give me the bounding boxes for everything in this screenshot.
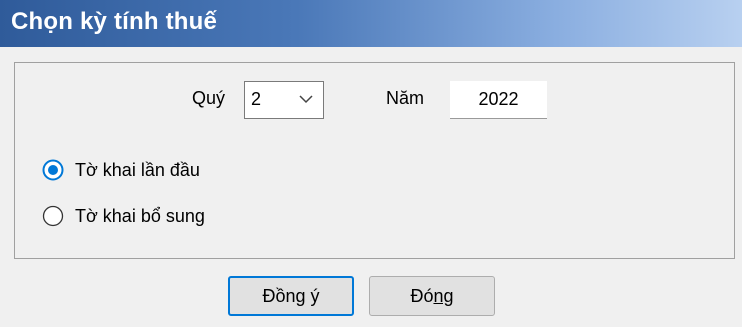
quarter-value: 2 <box>251 89 262 109</box>
chevron-down-icon <box>299 95 313 104</box>
close-mnemonic: ng <box>433 286 454 306</box>
ok-label-post: ý <box>305 286 320 306</box>
dialog-title: Chọn kỳ tính thuế <box>11 8 218 35</box>
radio-selected-icon <box>42 159 64 181</box>
ok-label-pre: Đồn <box>262 286 296 306</box>
close-button[interactable]: Đóng <box>369 276 495 316</box>
radio-label: Tờ khai lần đầu <box>75 160 200 180</box>
radio-unselected-icon <box>42 205 64 227</box>
quarter-select[interactable]: 2 <box>244 81 324 119</box>
year-label: Năm <box>386 88 425 108</box>
ok-button[interactable]: Đồng ý <box>228 276 354 316</box>
year-input[interactable]: 2022 <box>450 81 547 119</box>
quarter-label: Quý <box>192 88 226 108</box>
ok-mnemonic: g <box>295 286 306 306</box>
title-bar: Chọn kỳ tính thuế <box>0 0 742 47</box>
close-label-pre: Đó <box>410 286 434 306</box>
radio-label: Tờ khai bổ sung <box>75 206 205 226</box>
